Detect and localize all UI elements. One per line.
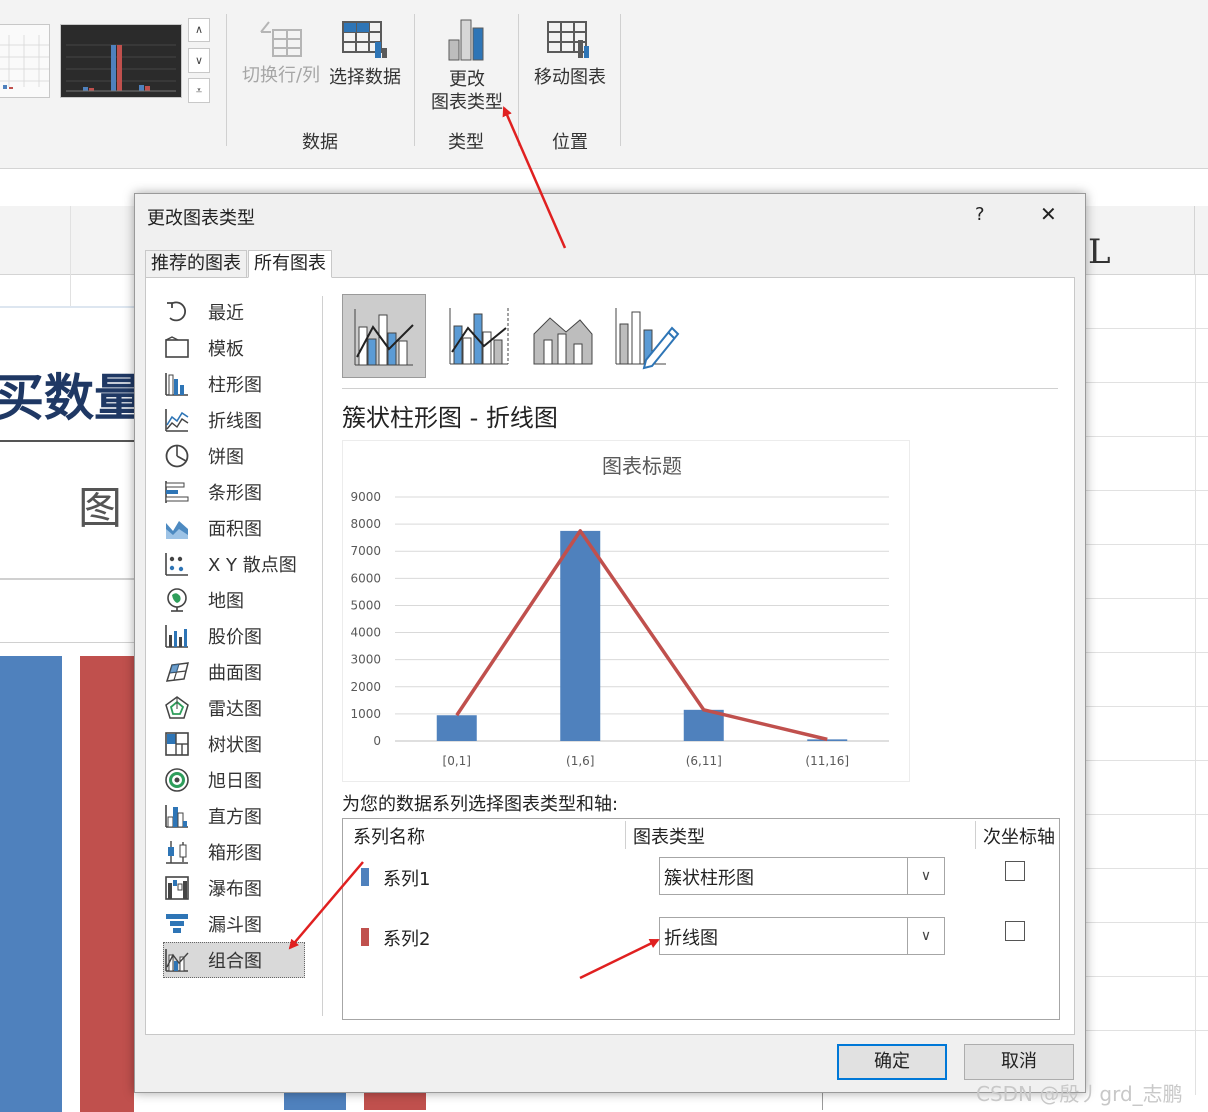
annotation-arrow-to-combo <box>288 861 364 950</box>
annotation-arrow-to-line-type <box>579 938 660 980</box>
annotation-arrow-to-ribbon <box>502 106 567 249</box>
annotation-arrows <box>288 106 660 980</box>
tab-all-charts[interactable]: 所有图表 <box>248 250 332 278</box>
